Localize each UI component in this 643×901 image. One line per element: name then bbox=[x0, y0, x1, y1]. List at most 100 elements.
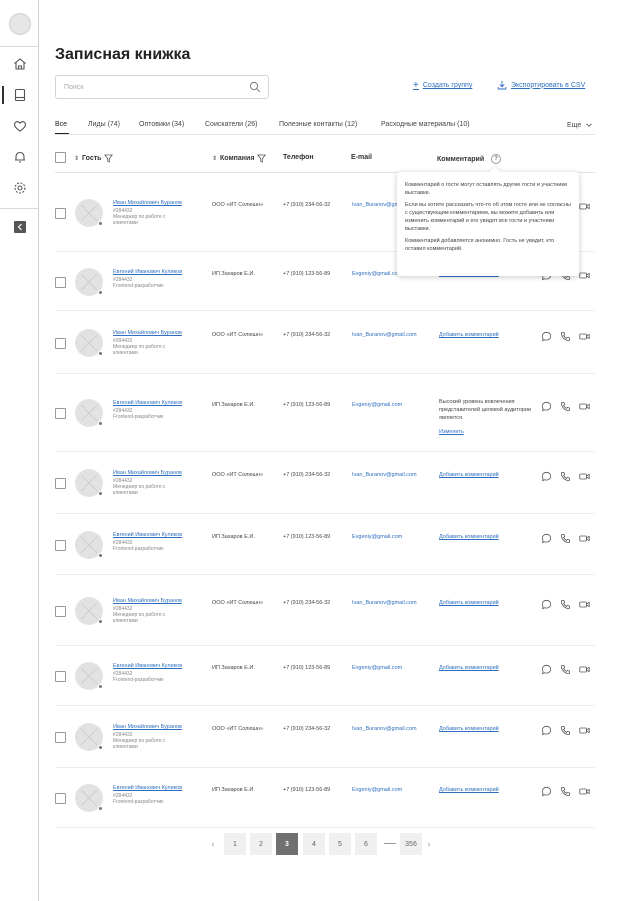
tab-applicants[interactable]: Соискатели (26) bbox=[205, 121, 258, 128]
guest-name-link[interactable]: Евгений Иванович Куликов bbox=[113, 785, 182, 791]
add-comment-link[interactable]: Добавить комментарий bbox=[439, 600, 499, 606]
heart-icon[interactable] bbox=[12, 118, 28, 134]
email-cell[interactable]: Evgeniy@gmail.com bbox=[352, 534, 402, 540]
column-guest[interactable]: ⇕ Гость bbox=[74, 154, 114, 163]
column-company[interactable]: ⇕ Компания bbox=[212, 154, 267, 163]
guest-name-link[interactable]: Иван Михайлович Буранов bbox=[113, 330, 182, 336]
create-group-button[interactable]: + Создать группу bbox=[413, 80, 472, 91]
email-cell[interactable]: Evgeniy@gmail.com bbox=[352, 271, 402, 277]
prev-page-icon[interactable]: ‹ bbox=[208, 833, 218, 855]
email-cell[interactable]: Evgeniy@gmail.com bbox=[352, 665, 402, 671]
row-checkbox[interactable] bbox=[55, 606, 66, 617]
logo[interactable] bbox=[9, 13, 31, 35]
bell-icon[interactable] bbox=[12, 149, 28, 165]
video-call-icon[interactable] bbox=[579, 664, 590, 675]
row-checkbox[interactable] bbox=[55, 671, 66, 682]
page-last[interactable]: 356 bbox=[400, 833, 422, 855]
chat-icon[interactable] bbox=[541, 786, 552, 797]
chat-icon[interactable] bbox=[541, 471, 552, 482]
export-csv-button[interactable]: Экспортировать в CSV bbox=[497, 80, 585, 90]
page-4[interactable]: 4 bbox=[303, 833, 325, 855]
add-comment-link[interactable]: Добавить комментарий bbox=[439, 472, 499, 478]
page-2[interactable]: 2 bbox=[250, 833, 272, 855]
page-6[interactable]: 6 bbox=[355, 833, 377, 855]
phone-icon[interactable] bbox=[560, 533, 571, 544]
row-checkbox[interactable] bbox=[55, 208, 66, 219]
row-checkbox[interactable] bbox=[55, 277, 66, 288]
avatar bbox=[75, 469, 103, 497]
search-icon[interactable] bbox=[249, 81, 261, 93]
guest-name-link[interactable]: Иван Михайлович Буранов bbox=[113, 724, 182, 730]
help-icon[interactable]: ? bbox=[491, 154, 502, 164]
add-comment-link[interactable]: Добавить комментарий bbox=[439, 665, 499, 671]
chat-icon[interactable] bbox=[541, 599, 552, 610]
search-input[interactable] bbox=[64, 80, 234, 95]
video-call-icon[interactable] bbox=[579, 786, 590, 797]
phone-cell: +7 (910) 234-56-32 bbox=[283, 726, 331, 732]
add-comment-link[interactable]: Добавить комментарий bbox=[439, 332, 499, 338]
select-all-checkbox[interactable] bbox=[55, 152, 66, 163]
home-icon[interactable] bbox=[12, 56, 28, 72]
gear-icon[interactable] bbox=[12, 180, 28, 196]
tab-wholesalers[interactable]: Оптовики (34) bbox=[139, 121, 184, 128]
row-checkbox[interactable] bbox=[55, 338, 66, 349]
row-checkbox[interactable] bbox=[55, 732, 66, 743]
video-call-icon[interactable] bbox=[579, 599, 590, 610]
email-cell[interactable]: Evgeniy@gmail.com bbox=[352, 787, 402, 793]
guest-name-link[interactable]: Евгений Иванович Куликов bbox=[113, 400, 182, 406]
phone-icon[interactable] bbox=[560, 786, 571, 797]
email-cell[interactable]: Ivan_Buranov@gmail.com bbox=[352, 472, 417, 478]
phone-icon[interactable] bbox=[560, 664, 571, 675]
collapse-sidebar-icon[interactable] bbox=[14, 221, 26, 233]
phone-icon[interactable] bbox=[560, 725, 571, 736]
video-call-icon[interactable] bbox=[579, 533, 590, 544]
email-cell[interactable]: Ivan_Buranov@gmail.com bbox=[352, 332, 417, 338]
guest-name-link[interactable]: Евгений Иванович Куликов bbox=[113, 269, 182, 275]
chat-icon[interactable] bbox=[541, 725, 552, 736]
notebook-icon[interactable] bbox=[12, 87, 28, 103]
row-checkbox[interactable] bbox=[55, 408, 66, 419]
add-comment-link[interactable]: Добавить комментарий bbox=[439, 726, 499, 732]
row-checkbox[interactable] bbox=[55, 540, 66, 551]
tab-leads[interactable]: Лиды (74) bbox=[88, 121, 120, 128]
guest-name-link[interactable]: Иван Михайлович Буранов bbox=[113, 470, 182, 476]
guest-name-link[interactable]: Иван Михайлович Буранов bbox=[113, 200, 182, 206]
chat-icon[interactable] bbox=[541, 664, 552, 675]
video-call-icon[interactable] bbox=[579, 471, 590, 482]
phone-icon[interactable] bbox=[560, 599, 571, 610]
guest-name-link[interactable]: Иван Михайлович Буранов bbox=[113, 598, 182, 604]
phone-icon[interactable] bbox=[560, 401, 571, 412]
online-status-dot bbox=[98, 553, 103, 558]
guest-name-link[interactable]: Евгений Иванович Куликов bbox=[113, 663, 182, 669]
tab-useful-contacts[interactable]: Полезные контакты (12) bbox=[279, 121, 357, 128]
email-cell[interactable]: Evgeniy@gmail.com bbox=[352, 402, 402, 408]
chat-icon[interactable] bbox=[541, 401, 552, 412]
filter-icon[interactable] bbox=[104, 154, 114, 163]
phone-icon[interactable] bbox=[560, 331, 571, 342]
filter-icon[interactable] bbox=[257, 154, 267, 163]
email-cell[interactable]: Ivan_Buranov@gmail.com bbox=[352, 726, 417, 732]
chat-icon[interactable] bbox=[541, 533, 552, 544]
more-dropdown[interactable]: Еще bbox=[567, 121, 593, 129]
row-checkbox[interactable] bbox=[55, 478, 66, 489]
page-3-current[interactable]: 3 bbox=[276, 833, 298, 855]
video-call-icon[interactable] bbox=[579, 401, 590, 412]
video-call-icon[interactable] bbox=[579, 725, 590, 736]
video-call-icon[interactable] bbox=[579, 331, 590, 342]
add-comment-link[interactable]: Добавить комментарий bbox=[439, 787, 499, 793]
email-cell[interactable]: Ivan_Buranov@gmail.com bbox=[352, 600, 417, 606]
search-box[interactable] bbox=[55, 75, 269, 99]
edit-comment-link[interactable]: Изменить bbox=[439, 429, 464, 435]
video-call-icon[interactable] bbox=[579, 201, 590, 212]
video-call-icon[interactable] bbox=[579, 270, 590, 281]
page-5[interactable]: 5 bbox=[329, 833, 351, 855]
page-1[interactable]: 1 bbox=[224, 833, 246, 855]
tab-all[interactable]: Все bbox=[55, 121, 67, 128]
next-page-icon[interactable]: › bbox=[424, 833, 434, 855]
row-checkbox[interactable] bbox=[55, 793, 66, 804]
add-comment-link[interactable]: Добавить комментарий bbox=[439, 534, 499, 540]
guest-name-link[interactable]: Евгений Иванович Куликов bbox=[113, 532, 182, 538]
phone-icon[interactable] bbox=[560, 471, 571, 482]
tab-consumables[interactable]: Расходные материалы (10) bbox=[381, 121, 470, 128]
chat-icon[interactable] bbox=[541, 331, 552, 342]
